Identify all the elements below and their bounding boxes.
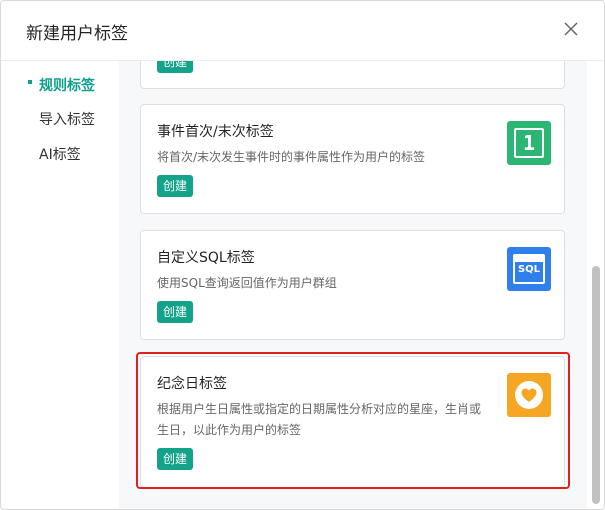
create-button[interactable]: 创建: [157, 175, 194, 197]
sql-icon: SQL: [507, 247, 551, 291]
tag-card-custom-sql: 自定义SQL标签 使用SQL查询返回值作为用户群组 创建 SQL: [140, 230, 565, 340]
sidebar-item-ai-tag[interactable]: AI标签: [39, 144, 81, 164]
card-title: 纪念日标签: [157, 376, 227, 392]
tag-card-anniversary: 纪念日标签 根据用户生日属性或指定的日期属性分析对应的星座，生肖或生日，以此作为…: [140, 356, 565, 488]
active-indicator: [28, 80, 32, 84]
tag-card-event-first-last: 事件首次/末次标签 将首次/末次发生事件时的事件属性作为用户的标签 创建 1: [140, 104, 565, 214]
sidebar-item-import-tag[interactable]: 导入标签: [39, 109, 95, 129]
heart-icon: [507, 373, 551, 417]
create-button[interactable]: 创建: [157, 301, 194, 323]
sql-glyph: SQL: [517, 264, 541, 275]
new-user-tag-dialog: 新建用户标签 规则标签 导入标签 AI标签 创建 事件首次/末次标签 将首次/末…: [0, 0, 605, 510]
number-one-glyph: 1: [514, 128, 544, 158]
card-description: 使用SQL查询返回值作为用户群组: [157, 276, 337, 290]
card-title: 事件首次/末次标签: [157, 124, 274, 140]
sidebar-item-rule-tag[interactable]: 规则标签: [39, 75, 95, 95]
card-title: 自定义SQL标签: [157, 250, 255, 266]
dialog-title: 新建用户标签: [26, 24, 128, 44]
close-button[interactable]: [559, 17, 583, 41]
heart-glyph: [515, 381, 543, 409]
close-icon: [564, 22, 578, 36]
tag-card-list: 创建 事件首次/末次标签 将首次/末次发生事件时的事件属性作为用户的标签 创建 …: [119, 61, 587, 509]
create-button[interactable]: 创建: [157, 61, 194, 73]
card-description: 根据用户生日属性或指定的日期属性分析对应的星座，生肖或生日，以此作为用户的标签: [157, 402, 482, 437]
dialog-header: 新建用户标签: [1, 1, 604, 61]
create-button[interactable]: 创建: [157, 448, 194, 470]
tag-card-partial: 创建: [140, 61, 565, 89]
card-description: 将首次/末次发生事件时的事件属性作为用户的标签: [157, 150, 426, 164]
number-one-icon: 1: [507, 121, 551, 165]
scrollbar-thumb[interactable]: [592, 266, 600, 504]
